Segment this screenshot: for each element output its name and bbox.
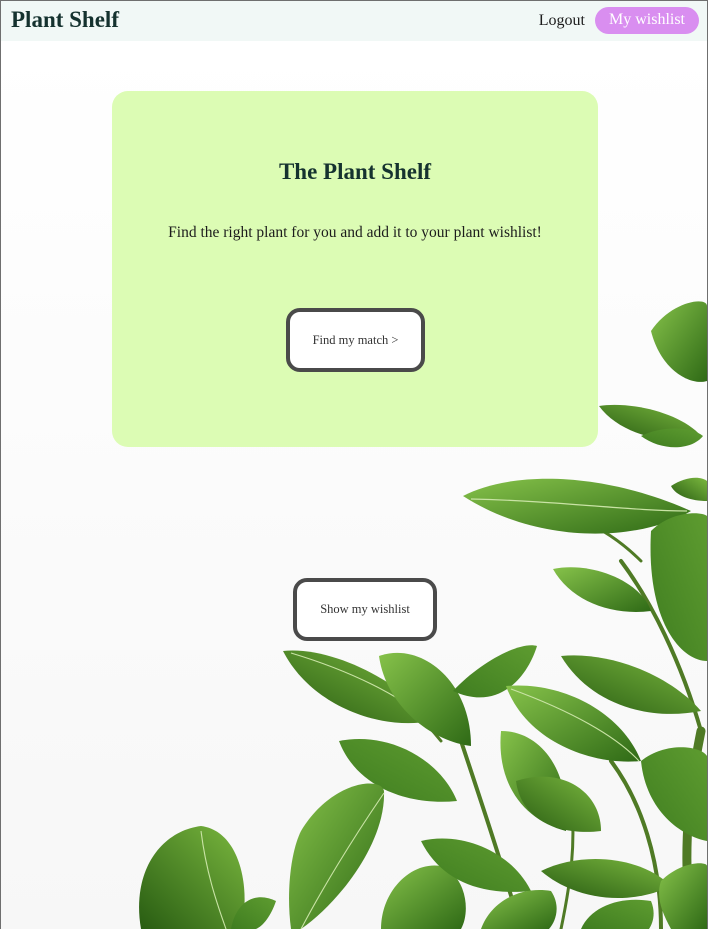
- logout-link[interactable]: Logout: [539, 12, 585, 30]
- top-navbar: Plant Shelf Logout My wishlist: [1, 1, 707, 41]
- my-wishlist-button[interactable]: My wishlist: [594, 7, 699, 34]
- hero-subtitle: Find the right plant for you and add it …: [168, 224, 542, 241]
- hero-card: The Plant Shelf Find the right plant for…: [112, 91, 598, 447]
- hero-title: The Plant Shelf: [278, 159, 432, 184]
- show-wishlist-button[interactable]: Show my wishlist: [293, 578, 437, 641]
- nav-right-group: Logout My wishlist: [539, 7, 699, 34]
- find-my-match-button[interactable]: Find my match >: [286, 308, 425, 372]
- brand-logo[interactable]: Plant Shelf: [11, 7, 119, 33]
